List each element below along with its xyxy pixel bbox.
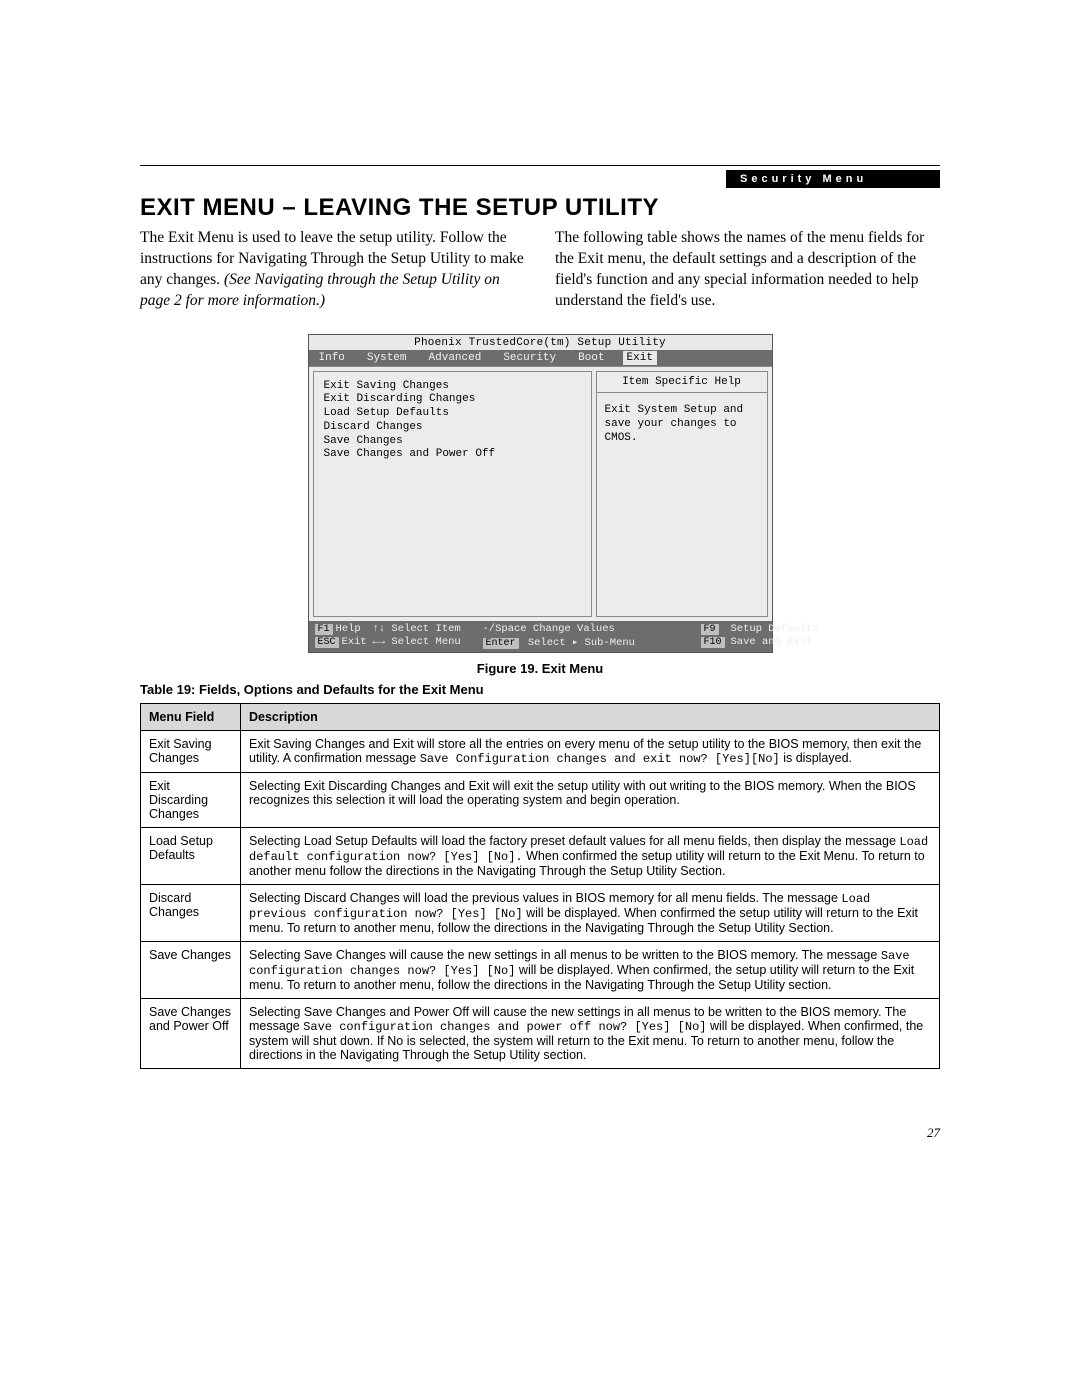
bios-item-exit-discarding: Exit Discarding Changes [324,393,581,407]
row-field: Exit Saving Changes [141,730,241,772]
desc-code: Save configuration changes and power off… [303,1020,706,1034]
bios-item-exit-saving: Exit Saving Changes [324,380,581,394]
row-description: Exit Saving Changes and Exit will store … [241,730,940,772]
col-description: Description [241,703,940,730]
bios-help-body: Exit System Setup and save your changes … [596,393,768,617]
desc-text-post: is displayed. [780,751,852,765]
fields-table: Menu Field Description Exit Saving Chang… [140,703,940,1069]
bios-item-discard-changes: Discard Changes [324,421,581,435]
key-esc: ESC [315,637,339,648]
desc-text: Selecting Save Changes will cause the ne… [249,948,881,962]
bios-item-save-changes: Save Changes [324,435,581,449]
bios-item-save-poweroff: Save Changes and Power Off [324,448,581,462]
key-leftright-label: Select Menu [391,636,460,648]
bios-tab-advanced: Advanced [425,351,486,365]
bios-help-header: Item Specific Help [596,371,768,393]
key-space-label: Change Values [533,623,615,635]
key-f9: F9 [701,624,719,635]
bios-tab-exit: Exit [623,351,657,365]
desc-text: Selecting Exit Discarding Changes and Ex… [249,779,916,807]
table-row: Load Setup Defaults Selecting Load Setup … [141,827,940,884]
intro-right-column: The following table shows the names of t… [555,228,940,312]
intro-left-column: The Exit Menu is used to leave the setup… [140,228,525,312]
key-leftright: ←→ [373,636,386,648]
row-description: Selecting Exit Discarding Changes and Ex… [241,772,940,827]
key-enter: Enter [483,638,519,649]
section-header-tag: Security Menu [726,170,940,188]
bios-screenshot: Phoenix TrustedCore(tm) Setup Utility In… [308,334,773,653]
row-description: Selecting Save Changes and Power Off wil… [241,998,940,1068]
desc-text: Selecting Load Setup Defaults will load … [249,834,899,848]
bios-tab-boot: Boot [574,351,608,365]
figure-caption: Figure 19. Exit Menu [140,661,940,676]
table-row: Exit Saving ChangesExit Saving Changes a… [141,730,940,772]
key-esc-label: Exit [342,636,367,648]
key-f9-label: Setup Defaults [731,623,819,635]
row-description: Selecting Discard Changes will load the … [241,884,940,941]
table-caption: Table 19: Fields, Options and Defaults f… [140,682,940,697]
bios-footer: F1Help ↑↓ Select Item -/Space Change Val… [309,621,772,652]
bios-tab-info: Info [315,351,349,365]
table-row: Exit Discarding Changes Selecting Exit Di… [141,772,940,827]
key-enter-label: Select ▸ Sub-Menu [528,637,635,649]
row-field: Save Changes and Power Off [141,998,241,1068]
col-menu-field: Menu Field [141,703,241,730]
key-f1-label: Help [336,623,361,635]
table-row: Save Changes Selecting Save Changes will … [141,941,940,998]
key-f10: F10 [701,637,725,648]
row-field: Save Changes [141,941,241,998]
bios-tab-security: Security [499,351,560,365]
row-description: Selecting Save Changes will cause the ne… [241,941,940,998]
row-field: Load Setup Defaults [141,827,241,884]
bios-title: Phoenix TrustedCore(tm) Setup Utility [309,335,772,350]
top-rule [140,165,940,166]
key-space: -/Space [483,623,527,635]
desc-code: Save Configuration changes and exit now?… [420,752,780,766]
bios-tab-system: System [363,351,411,365]
desc-text: Selecting Discard Changes will load the … [249,891,841,905]
table-row: Discard Changes Selecting Discard Changes… [141,884,940,941]
row-description: Selecting Load Setup Defaults will load … [241,827,940,884]
key-updown: ↑↓ [373,623,386,635]
bios-tab-bar: Info System Advanced Security Boot Exit [309,350,772,366]
bios-menu-pane: Exit Saving Changes Exit Discarding Chan… [313,371,592,617]
page-number: 27 [927,1125,940,1141]
page-title: EXIT MENU – LEAVING THE SETUP UTILITY [140,194,940,222]
table-row: Save Changes and Power OffSelecting Save… [141,998,940,1068]
key-f10-label: Save and Exit [731,636,819,648]
key-f1: F1 [315,624,333,635]
key-updown-label: Select Item [391,623,460,635]
row-field: Discard Changes [141,884,241,941]
bios-item-load-defaults: Load Setup Defaults [324,407,581,421]
row-field: Exit Discarding Changes [141,772,241,827]
